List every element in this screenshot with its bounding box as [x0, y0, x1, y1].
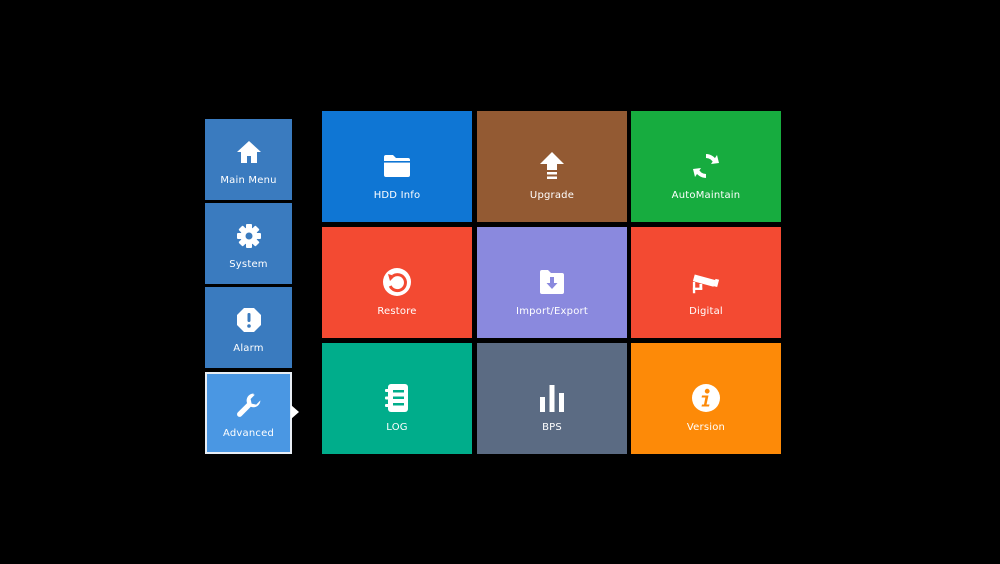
- advanced-menu-screen: Main Menu System Alarm Advanced HDD Info…: [0, 0, 1000, 564]
- sidebar-item-system[interactable]: System: [205, 203, 292, 284]
- folder-icon: [382, 151, 412, 181]
- active-item-pointer: [291, 405, 299, 419]
- sidebar-item-label: System: [229, 259, 268, 270]
- sidebar-item-label: Advanced: [223, 428, 274, 439]
- log-book-icon: [382, 383, 412, 413]
- tile-label: Upgrade: [529, 190, 575, 201]
- gear-icon: [235, 222, 263, 250]
- alert-icon: [235, 306, 263, 334]
- refresh-icon: [691, 151, 721, 181]
- tile-version[interactable]: Version: [631, 343, 781, 454]
- home-icon: [235, 138, 263, 166]
- tile-import-export[interactable]: Import/Export: [477, 227, 627, 338]
- tile-upgrade[interactable]: Upgrade: [477, 111, 627, 222]
- tile-label: Restore: [377, 306, 417, 317]
- tile-label: HDD Info: [373, 190, 421, 201]
- tile-bps[interactable]: BPS: [477, 343, 627, 454]
- wrench-icon: [235, 391, 263, 419]
- sidebar-item-label: Alarm: [233, 343, 264, 354]
- camera-icon: [691, 267, 721, 297]
- tile-label: Import/Export: [516, 306, 588, 317]
- folder-download-icon: [537, 267, 567, 297]
- sidebar-item-main-menu[interactable]: Main Menu: [205, 119, 292, 200]
- tile-label: Digital: [689, 306, 723, 317]
- restore-icon: [382, 267, 412, 297]
- tile-label: LOG: [386, 422, 408, 433]
- sidebar-item-label: Main Menu: [220, 175, 277, 186]
- tile-label: AutoMaintain: [671, 190, 741, 201]
- tile-digital[interactable]: Digital: [631, 227, 781, 338]
- tile-restore[interactable]: Restore: [322, 227, 472, 338]
- sidebar-item-alarm[interactable]: Alarm: [205, 287, 292, 368]
- tile-log[interactable]: LOG: [322, 343, 472, 454]
- info-icon: [691, 383, 721, 413]
- tile-hdd-info[interactable]: HDD Info: [322, 111, 472, 222]
- tile-automaintain[interactable]: AutoMaintain: [631, 111, 781, 222]
- upload-arrow-icon: [537, 151, 567, 181]
- bar-chart-icon: [537, 383, 567, 413]
- tile-label: BPS: [542, 422, 562, 433]
- tile-label: Version: [686, 422, 726, 433]
- sidebar-item-advanced[interactable]: Advanced: [205, 372, 292, 454]
